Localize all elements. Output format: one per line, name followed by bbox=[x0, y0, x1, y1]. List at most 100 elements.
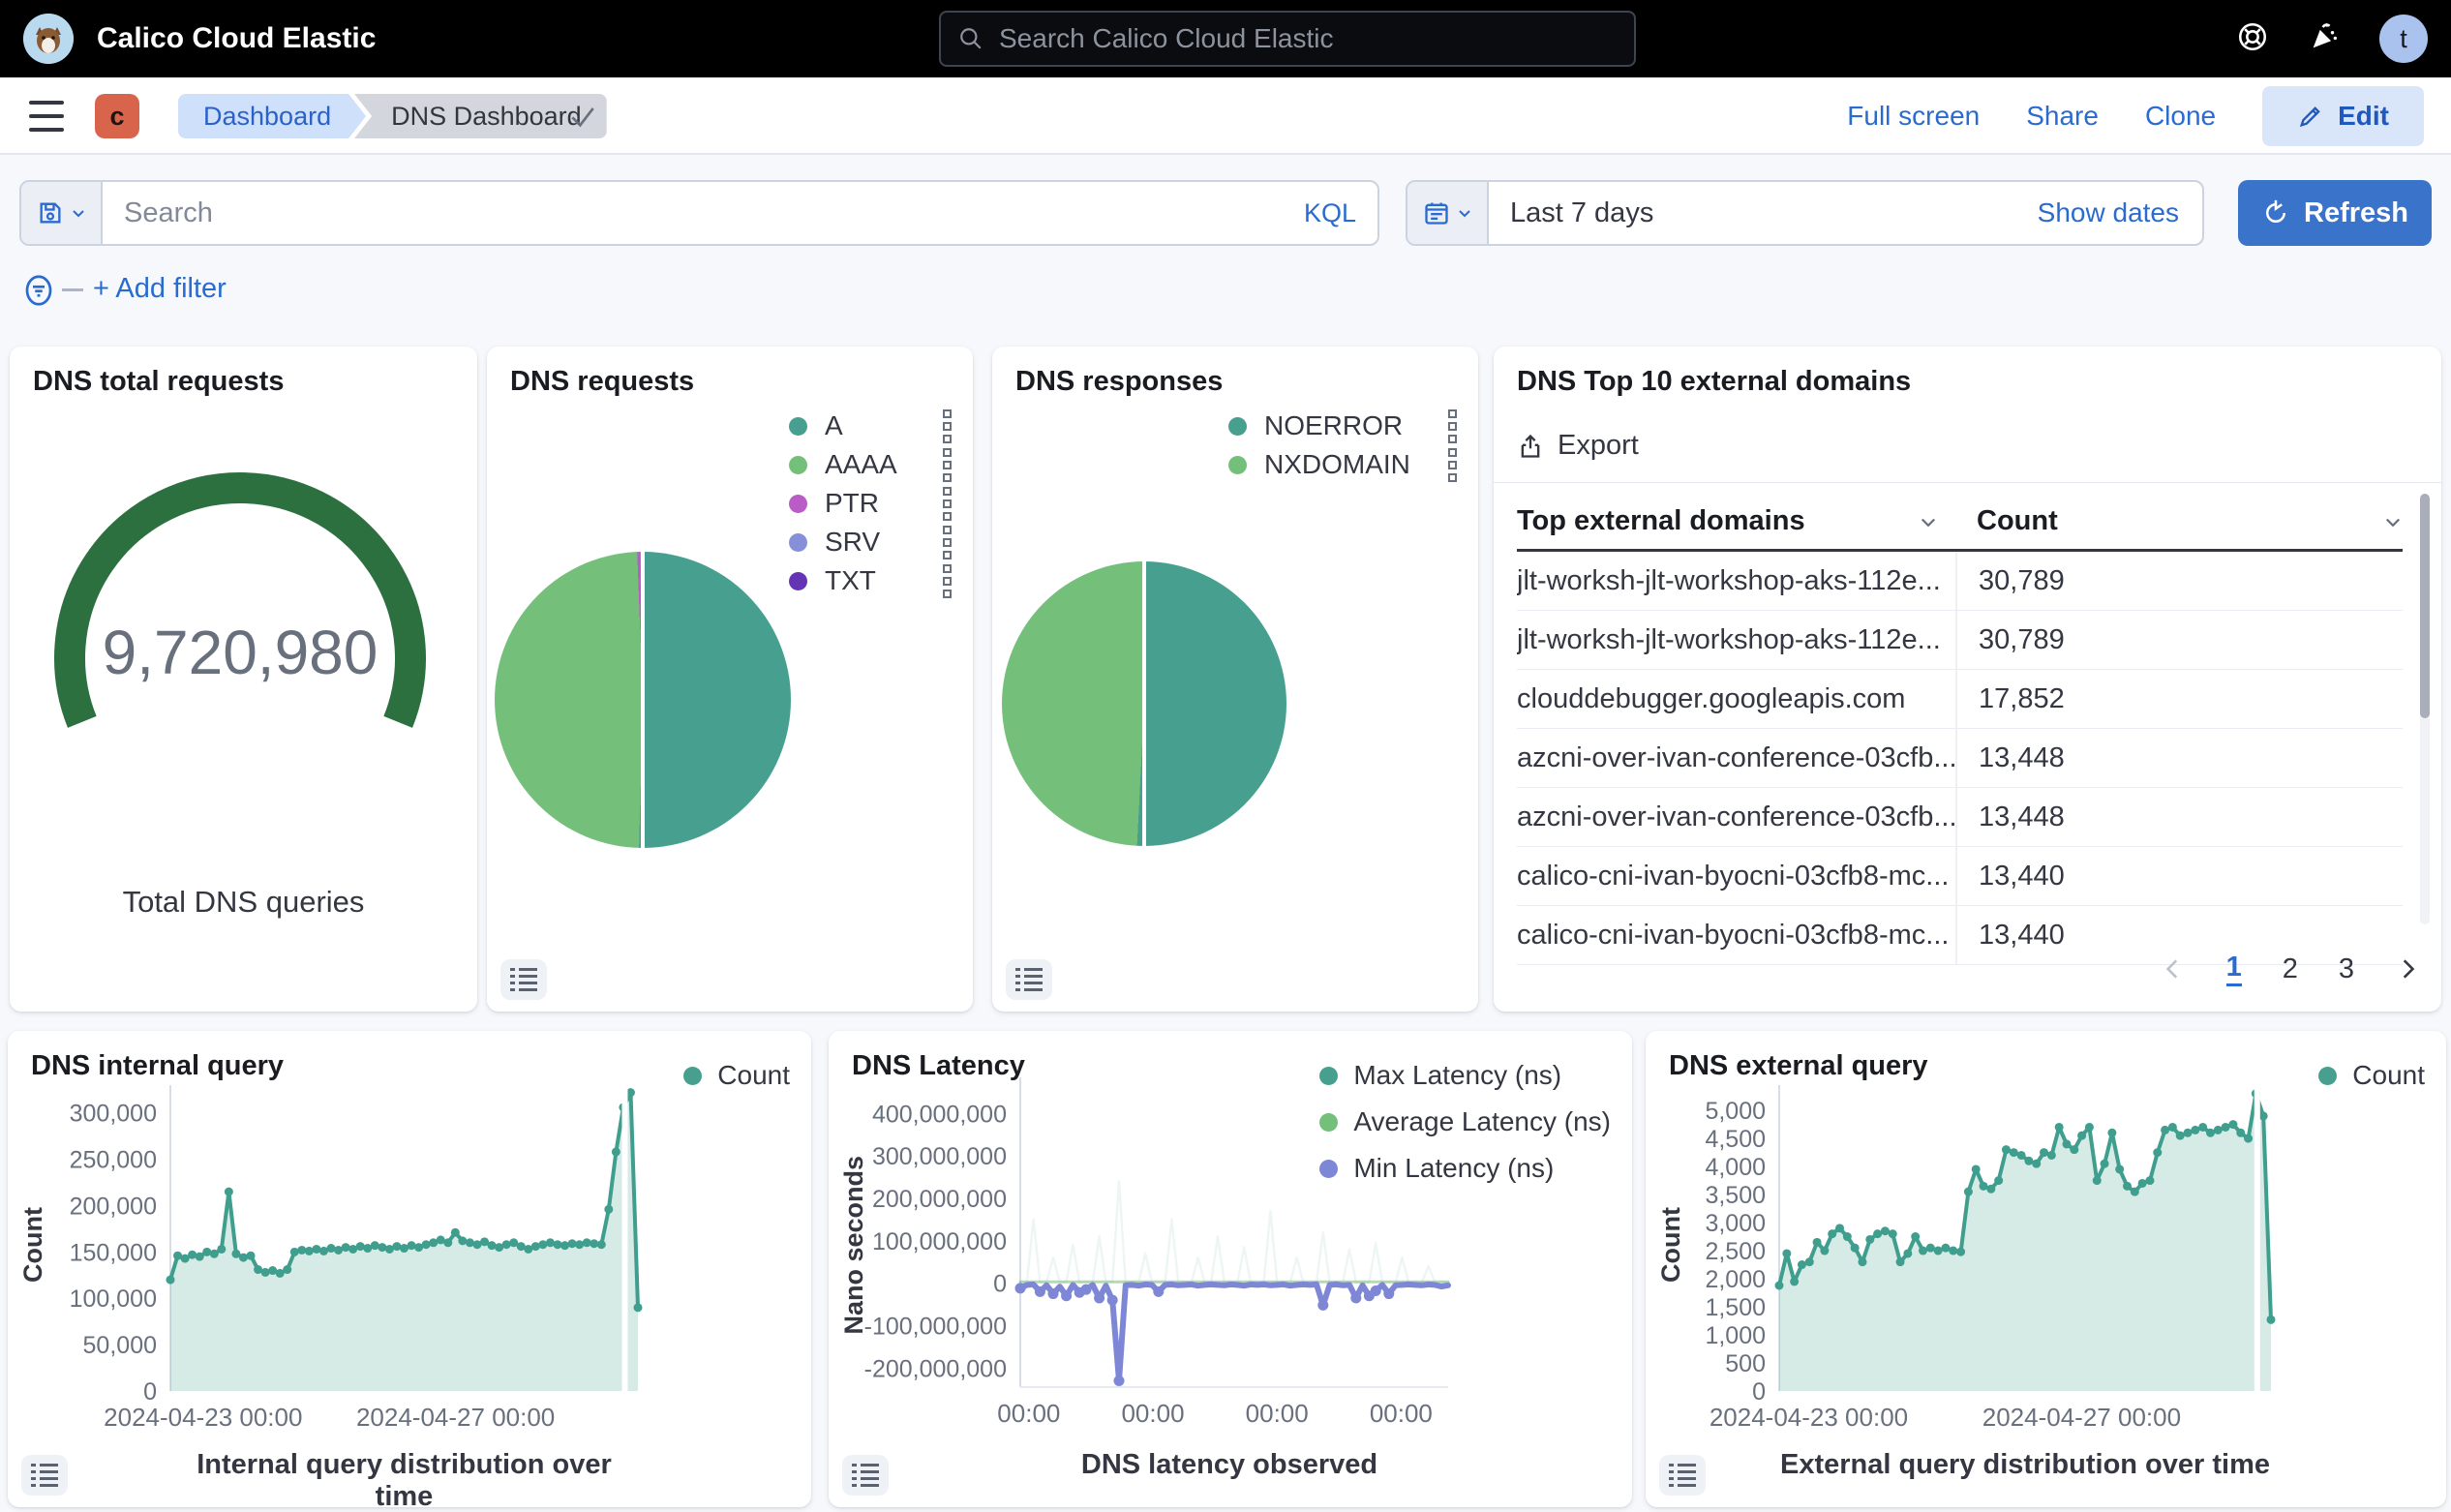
whats-new-party-popper-icon[interactable] bbox=[2308, 20, 2341, 58]
dns-requests-pie-chart[interactable] bbox=[495, 552, 791, 848]
svg-text:500: 500 bbox=[1725, 1350, 1766, 1377]
table-scrollbar[interactable] bbox=[2420, 494, 2430, 924]
svg-text:2024-04-27 00:00: 2024-04-27 00:00 bbox=[1982, 1403, 2181, 1432]
top-header: Calico Cloud Elastic Search Calico Cloud… bbox=[0, 0, 2451, 77]
svg-text:-100,000,000: -100,000,000 bbox=[864, 1313, 1007, 1340]
legend-item: Count bbox=[683, 1060, 790, 1091]
domain-cell: calico-cni-ivan-byocni-03cfb8-mc... bbox=[1517, 847, 1955, 905]
table-row[interactable]: calico-cni-ivan-byocni-03cfb8-mc... 13,4… bbox=[1517, 847, 2403, 906]
panel-title[interactable]: DNS responses bbox=[1015, 366, 1223, 398]
breadcrumb-dashboard[interactable]: Dashboard bbox=[178, 94, 366, 138]
page-2-button[interactable]: 2 bbox=[2283, 953, 2298, 985]
user-avatar[interactable]: t bbox=[2379, 15, 2428, 63]
legend-swatch[interactable] bbox=[1228, 456, 1247, 474]
legend-swatch[interactable] bbox=[789, 572, 807, 590]
panel-dns-top-external-domains: DNS Top 10 external domains Export Top e… bbox=[1494, 347, 2441, 1012]
legend-label[interactable]: PTR bbox=[825, 488, 910, 519]
edit-button[interactable]: Edit bbox=[2262, 86, 2424, 146]
svg-text:0: 0 bbox=[993, 1271, 1007, 1298]
legend-swatch[interactable] bbox=[789, 456, 807, 474]
svg-text:300,000,000: 300,000,000 bbox=[872, 1143, 1007, 1170]
menu-icon[interactable] bbox=[29, 101, 64, 132]
legend-swatch[interactable] bbox=[683, 1067, 702, 1085]
show-dates-button[interactable]: Show dates bbox=[2038, 197, 2179, 228]
legend-label[interactable]: NXDOMAIN bbox=[1264, 449, 1415, 480]
project-chip[interactable]: c bbox=[95, 94, 139, 138]
table-row[interactable]: clouddebugger.googleapis.com 17,852 bbox=[1517, 670, 2403, 729]
domains-table: Top external domains Count jlt-worksh-jl… bbox=[1517, 494, 2403, 965]
next-page-icon[interactable] bbox=[2395, 956, 2420, 982]
panel-legend-toggle-button[interactable] bbox=[842, 1455, 889, 1496]
panel-title[interactable]: DNS total requests bbox=[33, 366, 284, 398]
clone-button[interactable]: Clone bbox=[2145, 101, 2216, 132]
panel-title[interactable]: DNS Top 10 external domains bbox=[1517, 366, 1911, 398]
panel-dns-internal-query: DNS internal query Count Count 050,00010… bbox=[8, 1031, 811, 1507]
panel-title[interactable]: DNS requests bbox=[510, 366, 694, 398]
legend-label[interactable]: A bbox=[825, 410, 910, 441]
export-button-label: Export bbox=[1558, 430, 1639, 462]
previous-page-icon[interactable] bbox=[2161, 956, 2186, 982]
legend-label[interactable]: NOERROR bbox=[1264, 410, 1415, 441]
panel-legend-toggle-button[interactable] bbox=[21, 1455, 68, 1496]
legend-actions-icon[interactable] bbox=[943, 487, 952, 521]
table-row[interactable]: azcni-over-ivan-conference-03cfb... 13,4… bbox=[1517, 729, 2403, 788]
chart-legend: Count bbox=[683, 1060, 790, 1091]
panel-legend-toggle-button[interactable] bbox=[1006, 959, 1052, 1000]
calendar-icon bbox=[1423, 199, 1450, 227]
table-row[interactable]: azcni-over-ivan-conference-03cfb... 13,4… bbox=[1517, 788, 2403, 847]
add-filter-button[interactable]: + Add filter bbox=[93, 273, 227, 305]
legend-label[interactable]: AAAA bbox=[825, 449, 910, 480]
svg-text:400,000,000: 400,000,000 bbox=[872, 1101, 1007, 1128]
column-header-count[interactable]: Count bbox=[1955, 505, 2403, 537]
refresh-button[interactable]: Refresh bbox=[2238, 180, 2432, 246]
latency-line-chart[interactable]: 400,000,000300,000,000200,000,000100,000… bbox=[848, 1070, 1458, 1437]
column-header-domain[interactable]: Top external domains bbox=[1517, 505, 1955, 537]
time-range-value[interactable]: Last 7 days bbox=[1510, 197, 2038, 229]
svg-text:2024-04-23 00:00: 2024-04-23 00:00 bbox=[104, 1403, 302, 1432]
domain-cell: calico-cni-ivan-byocni-03cfb8-mc... bbox=[1517, 906, 1955, 964]
saved-queries-button[interactable] bbox=[21, 182, 103, 244]
share-button[interactable]: Share bbox=[2026, 101, 2099, 132]
filter-menu-icon[interactable] bbox=[21, 273, 56, 313]
legend-label[interactable]: TXT bbox=[825, 565, 910, 596]
chevron-down-icon bbox=[1457, 205, 1472, 221]
legend-actions-icon[interactable] bbox=[1448, 448, 1457, 482]
global-search-input[interactable]: Search Calico Cloud Elastic bbox=[939, 11, 1636, 67]
legend-swatch[interactable] bbox=[2318, 1067, 2337, 1085]
legend-actions-icon[interactable] bbox=[943, 409, 952, 443]
legend-swatch[interactable] bbox=[789, 533, 807, 552]
legend-actions-icon[interactable] bbox=[943, 526, 952, 559]
app-logo[interactable] bbox=[23, 14, 74, 64]
help-icon[interactable] bbox=[2236, 20, 2269, 58]
full-screen-button[interactable]: Full screen bbox=[1847, 101, 1980, 132]
legend-swatch[interactable] bbox=[789, 495, 807, 513]
svg-text:50,000: 50,000 bbox=[83, 1332, 157, 1359]
legend-label[interactable]: Count bbox=[717, 1060, 790, 1091]
legend-label[interactable]: SRV bbox=[825, 527, 910, 558]
external-query-area-chart[interactable]: 05001,0001,5002,0002,5003,0003,5004,0004… bbox=[1653, 1074, 2283, 1441]
export-button[interactable]: Export bbox=[1517, 430, 1639, 462]
date-picker[interactable]: Last 7 days Show dates bbox=[1406, 180, 2204, 246]
kql-search-bar[interactable]: Search KQL bbox=[19, 180, 1379, 246]
legend-actions-icon[interactable] bbox=[1448, 409, 1457, 443]
date-quick-select-button[interactable] bbox=[1407, 182, 1489, 244]
scrollbar-thumb[interactable] bbox=[2420, 494, 2430, 718]
internal-query-area-chart[interactable]: 050,000100,000150,000200,000250,000300,0… bbox=[15, 1074, 650, 1441]
panel-legend-toggle-button[interactable] bbox=[1659, 1455, 1706, 1496]
table-row[interactable]: jlt-worksh-jlt-workshop-aks-112e... 30,7… bbox=[1517, 611, 2403, 670]
legend-label[interactable]: Count bbox=[2352, 1060, 2425, 1091]
legend-swatch[interactable] bbox=[1228, 417, 1247, 436]
panel-legend-toggle-button[interactable] bbox=[500, 959, 547, 1000]
legend-actions-icon[interactable] bbox=[943, 564, 952, 598]
legend-actions-icon[interactable] bbox=[943, 448, 952, 482]
page-1-button[interactable]: 1 bbox=[2226, 952, 2242, 986]
svg-text:2024-04-27 00:00: 2024-04-27 00:00 bbox=[356, 1403, 555, 1432]
count-cell: 30,789 bbox=[1955, 611, 2403, 669]
check-icon[interactable] bbox=[567, 101, 598, 136]
legend-swatch[interactable] bbox=[789, 417, 807, 436]
dns-responses-pie-chart[interactable] bbox=[1002, 561, 1286, 846]
table-row[interactable]: jlt-worksh-jlt-workshop-aks-112e... 30,7… bbox=[1517, 552, 2403, 611]
list-icon bbox=[1669, 1463, 1696, 1488]
page-3-button[interactable]: 3 bbox=[2339, 953, 2354, 985]
kql-language-button[interactable]: KQL bbox=[1304, 198, 1356, 228]
